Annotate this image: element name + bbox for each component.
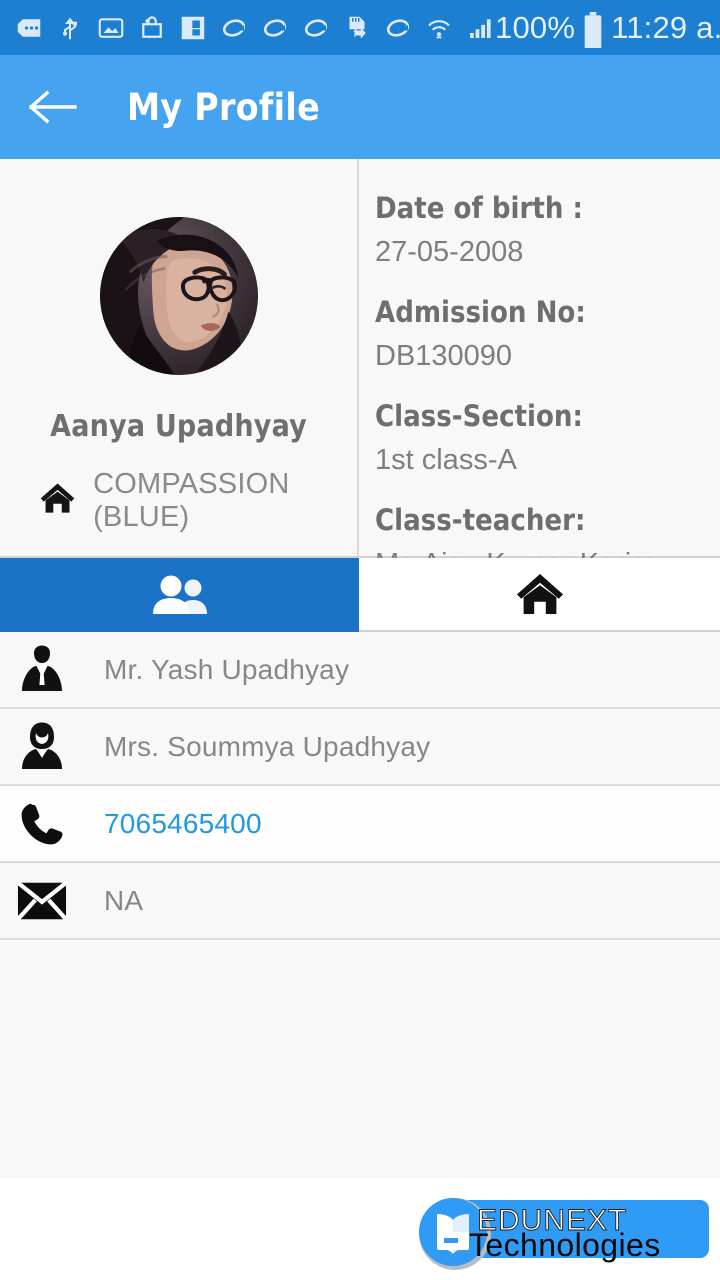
- tab-address[interactable]: [359, 558, 720, 632]
- contact-phone[interactable]: 7065465400: [104, 808, 262, 840]
- list-item[interactable]: Mrs. Soummya Upadhyay: [0, 709, 720, 786]
- signal-bars-icon: [465, 13, 495, 43]
- status-bar-icons: [14, 13, 495, 43]
- touch-bag-icon: [137, 13, 167, 43]
- tab-bar: [0, 558, 720, 632]
- house-row: COMPASSION (BLUE): [40, 468, 357, 534]
- page-title: My Profile: [127, 85, 320, 129]
- house-label: COMPASSION (BLUE): [93, 468, 290, 533]
- g-swirl-icon: [383, 13, 413, 43]
- field-label: Class-Section:: [375, 399, 583, 433]
- profile-details-panel: Date of birth : 27-05-2008 Admission No:…: [359, 159, 720, 580]
- woman-avatar-icon: [14, 719, 70, 775]
- app-bar: My Profile: [0, 55, 720, 159]
- home-icon: [40, 482, 75, 520]
- avatar: [99, 217, 258, 375]
- g-swirl-icon: [260, 13, 290, 43]
- contact-list: Mr. Yash Upadhyay Mrs. Soummya Upadhyay …: [0, 632, 720, 1181]
- back-arrow-icon: [29, 87, 77, 127]
- list-item[interactable]: NA: [0, 863, 720, 940]
- wifi-icon: [424, 13, 454, 43]
- field-value: DB130090: [375, 340, 513, 372]
- status-bar-right: 100% 11:29 a.m.: [495, 9, 720, 49]
- student-name: Aanya Upadhyay: [50, 409, 307, 444]
- back-button[interactable]: [26, 80, 80, 134]
- envelope-icon: [14, 873, 70, 929]
- field-label: Date of birth :: [375, 191, 583, 225]
- contact-name: Mr. Yash Upadhyay: [104, 653, 350, 685]
- man-avatar-icon: [14, 642, 70, 698]
- sd-card-transfer-icon: [342, 13, 372, 43]
- parents-group-icon: [149, 574, 211, 616]
- field-label: Class-teacher:: [375, 503, 586, 537]
- footer: EDUNEXT Technologies: [0, 1178, 720, 1280]
- battery-full-icon: [583, 11, 603, 49]
- battery-percent-label: 100%: [495, 9, 576, 45]
- field-dob: Date of birth : 27-05-2008: [375, 185, 720, 273]
- field-label: Admission No:: [375, 295, 586, 329]
- field-class-section: Class-Section: 1st class-A: [375, 393, 720, 481]
- list-item[interactable]: Mr. Yash Upadhyay: [0, 632, 720, 709]
- photo-icon: [96, 13, 126, 43]
- flipboard-icon: [178, 13, 208, 43]
- clock-label: 11:29 a.m.: [611, 9, 720, 45]
- sim-message-icon: [14, 13, 44, 43]
- g-swirl-icon: [301, 13, 331, 43]
- g-swirl-icon: [219, 13, 249, 43]
- field-value: 27-05-2008: [375, 236, 524, 268]
- app-root: 100% 11:29 a.m. My Profile: [0, 0, 720, 1280]
- usb-icon: [55, 13, 85, 43]
- profile-photo-panel: Aanya Upadhyay COMPASSION (BLUE): [0, 159, 359, 556]
- tab-parents[interactable]: [0, 558, 359, 632]
- home-icon: [516, 572, 564, 616]
- list-item[interactable]: 7065465400: [0, 786, 720, 863]
- phone-icon: [14, 796, 70, 852]
- contact-email: NA: [104, 884, 144, 916]
- status-bar: 100% 11:29 a.m.: [0, 0, 720, 55]
- profile-summary: Aanya Upadhyay COMPASSION (BLUE) Date of…: [0, 159, 720, 580]
- svg-text:Technologies: Technologies: [469, 1227, 661, 1263]
- empty-list-space: [0, 940, 720, 1181]
- edunext-logo: EDUNEXT Technologies: [403, 1192, 715, 1272]
- contact-name: Mrs. Soummya Upadhyay: [104, 730, 431, 762]
- field-admission-no: Admission No: DB130090: [375, 289, 720, 377]
- field-value: 1st class-A: [375, 444, 517, 476]
